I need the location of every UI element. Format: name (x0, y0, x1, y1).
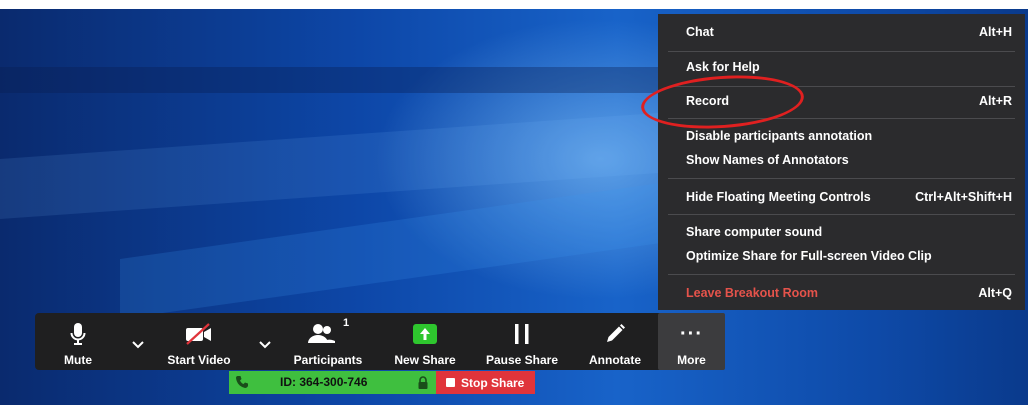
menu-item-label: Leave Breakout Room (686, 286, 818, 300)
top-page-strip (0, 0, 1028, 9)
menu-item-leave-breakout-room[interactable]: Leave Breakout Room Alt+Q (658, 282, 1025, 304)
new-share-button[interactable]: New Share (385, 313, 465, 370)
more-button[interactable]: ··· More (658, 313, 725, 370)
start-video-button[interactable]: Start Video (160, 313, 238, 370)
participants-icon: 1 (307, 317, 349, 347)
annotate-button[interactable]: Annotate (580, 313, 650, 370)
menu-item-hide-floating-controls[interactable]: Hide Floating Meeting Controls Ctrl+Alt+… (658, 186, 1025, 208)
menu-item-label: Chat (686, 25, 714, 39)
new-share-label: New Share (394, 353, 456, 367)
pause-share-label: Pause Share (485, 353, 559, 367)
participants-count-badge: 1 (342, 317, 350, 329)
menu-item-chat[interactable]: Chat Alt+H (658, 21, 1025, 43)
menu-divider (668, 178, 1015, 179)
more-label: More (677, 353, 706, 367)
microphone-icon (70, 321, 86, 347)
mute-label: Mute (64, 353, 92, 367)
lock-icon (418, 376, 428, 389)
share-status-bar: ID: 364-300-746 Stop Share (229, 371, 535, 394)
menu-item-shortcut: Alt+R (979, 94, 1012, 108)
more-dots-icon: ··· (680, 322, 703, 345)
menu-divider (668, 214, 1015, 215)
menu-item-shortcut: Alt+Q (978, 286, 1012, 300)
menu-item-shortcut: Alt+H (979, 25, 1012, 39)
wallpaper-dark-band (0, 67, 700, 93)
menu-item-label: Share computer sound (686, 225, 823, 239)
start-video-label: Start Video (167, 353, 231, 367)
meeting-controls-toolbar: Mute Start Video 1 Participants New Shar… (35, 313, 725, 370)
menu-item-label: Disable participants annotation (686, 129, 873, 143)
menu-item-show-annotator-names[interactable]: Show Names of Annotators (658, 149, 1025, 171)
audio-options-chevron-down-icon[interactable] (131, 337, 145, 351)
mute-button[interactable]: Mute (55, 313, 101, 370)
menu-item-label: Ask for Help (686, 60, 760, 74)
more-options-menu: Chat Alt+H Ask for Help Record Alt+R Dis… (658, 14, 1025, 310)
stop-share-label: Stop Share (461, 375, 525, 390)
phone-icon (236, 376, 248, 388)
menu-item-shortcut: Ctrl+Alt+Shift+H (915, 190, 1012, 204)
video-options-chevron-down-icon[interactable] (258, 337, 272, 351)
menu-divider (668, 51, 1015, 52)
share-screen-icon (413, 321, 437, 347)
participants-label: Participants (293, 353, 363, 367)
participants-button[interactable]: 1 Participants (287, 313, 369, 370)
stop-share-button[interactable]: Stop Share (436, 371, 535, 394)
menu-item-label: Hide Floating Meeting Controls (686, 190, 871, 204)
menu-divider (668, 274, 1015, 275)
menu-item-label: Show Names of Annotators (686, 153, 849, 167)
stop-square-icon (446, 378, 455, 387)
meeting-id-text: ID: 364-300-746 (280, 375, 368, 389)
annotate-label: Annotate (589, 353, 641, 367)
video-off-icon (184, 321, 214, 347)
menu-item-ask-for-help[interactable]: Ask for Help (658, 56, 1025, 78)
pause-share-button[interactable]: Pause Share (480, 313, 564, 370)
pen-icon (604, 321, 626, 347)
meeting-info-area[interactable]: ID: 364-300-746 (229, 371, 436, 394)
menu-item-share-computer-sound[interactable]: Share computer sound (658, 221, 1025, 243)
pause-icon (513, 321, 531, 347)
menu-item-label: Optimize Share for Full-screen Video Cli… (686, 249, 932, 263)
menu-item-optimize-share[interactable]: Optimize Share for Full-screen Video Cli… (658, 245, 1025, 267)
